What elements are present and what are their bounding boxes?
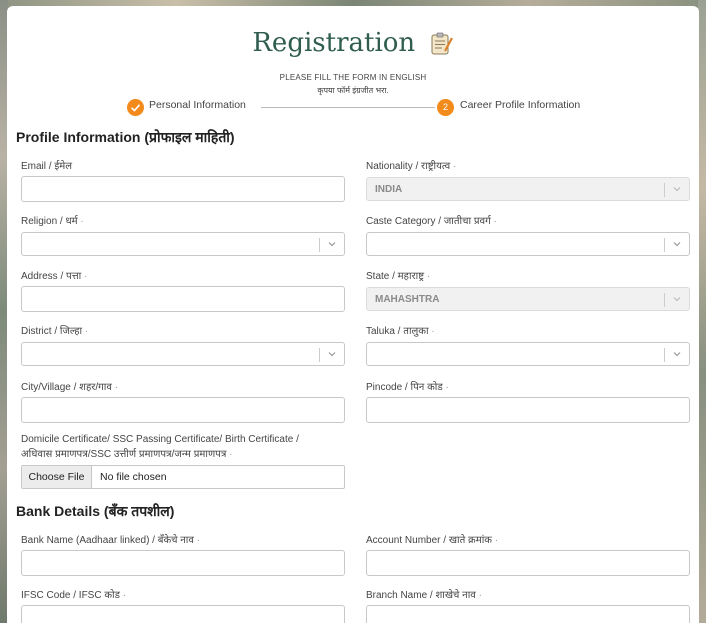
domicile-label-line1: Domicile Certificate/ SSC Passing Certif…: [21, 434, 299, 445]
step1-label[interactable]: Personal Information: [149, 99, 246, 111]
chevron-down-icon: [673, 187, 681, 192]
city-label: City/Village / शहर/गाव ·: [21, 382, 119, 393]
taluka-label: Taluka / तालुका ·: [366, 326, 435, 337]
district-select[interactable]: [21, 342, 345, 366]
city-field[interactable]: [21, 397, 345, 423]
state-label: State / महाराष्ट्र ·: [366, 271, 431, 282]
english-note: PLEASE FILL THE FORM IN ENGLISH: [279, 73, 427, 82]
account-number-field[interactable]: [366, 550, 690, 576]
stepper-connector: [261, 107, 435, 108]
choose-file-button[interactable]: Choose File: [22, 466, 92, 488]
account-number-label: Account Number / खाते क्रमांक ·: [366, 535, 499, 546]
chevron-down-icon: [328, 352, 336, 357]
address-label: Address / पत्ता ·: [21, 271, 88, 282]
district-label: District / जिल्हा ·: [21, 326, 89, 337]
religion-label: Religion / धर्म ·: [21, 216, 84, 227]
chevron-down-icon: [673, 297, 681, 302]
chevron-down-icon: [673, 242, 681, 247]
caste-select[interactable]: [366, 232, 690, 256]
taluka-select[interactable]: [366, 342, 690, 366]
bank-name-field[interactable]: [21, 550, 345, 576]
step1-check-icon[interactable]: [127, 99, 144, 116]
email-field[interactable]: [21, 176, 345, 202]
step2-number[interactable]: 2: [437, 99, 454, 116]
bank-section-title: Bank Details (बँक तपशील): [16, 503, 175, 519]
clipboard-icon: [431, 32, 453, 55]
branch-name-label: Branch Name / शाखेचे नाव ·: [366, 590, 482, 601]
religion-select[interactable]: [21, 232, 345, 256]
marathi-note: कृपया फॉर्म इंग्रजीत भरा.: [317, 86, 389, 95]
state-select[interactable]: MAHASHTRA: [366, 287, 690, 311]
bank-name-label: Bank Name (Aadhaar linked) / बँकेचे नाव …: [21, 535, 201, 546]
ifsc-field[interactable]: [21, 605, 345, 623]
chevron-down-icon: [673, 352, 681, 357]
pincode-label: Pincode / पिन कोड ·: [366, 382, 449, 393]
ifsc-label: IFSC Code / IFSC कोड ·: [21, 590, 127, 601]
nationality-value: INDIA: [375, 184, 403, 195]
address-field[interactable]: [21, 286, 345, 312]
domicile-label-line2: अधिवास प्रमाणपत्र/SSC उत्तीर्ण प्रमाणपत्…: [21, 449, 233, 460]
branch-name-field[interactable]: [366, 605, 690, 623]
domicile-file-input[interactable]: Choose File No file chosen: [21, 465, 345, 489]
file-status: No file chosen: [100, 471, 167, 483]
page-title: Registration: [252, 28, 416, 58]
email-label: Email / ईमेल: [21, 161, 73, 172]
title-row: Registration: [7, 28, 699, 58]
pincode-field[interactable]: [366, 397, 690, 423]
nationality-label: Nationality / राष्ट्रीयत्व ·: [366, 161, 457, 172]
chevron-down-icon: [328, 242, 336, 247]
caste-label: Caste Category / जातीचा प्रवर्ग ·: [366, 216, 497, 227]
profile-section-title: Profile Information (प्रोफाइल माहिती): [16, 129, 235, 145]
nationality-select[interactable]: INDIA: [366, 177, 690, 201]
form-stepper: Personal Information 2 Career Profile In…: [127, 97, 597, 119]
registration-card: Registration PLEASE FILL THE FORM IN ENG…: [7, 6, 699, 623]
state-value: MAHASHTRA: [375, 294, 440, 305]
background-strip-right: [698, 0, 706, 623]
step2-label[interactable]: Career Profile Information: [460, 99, 580, 111]
